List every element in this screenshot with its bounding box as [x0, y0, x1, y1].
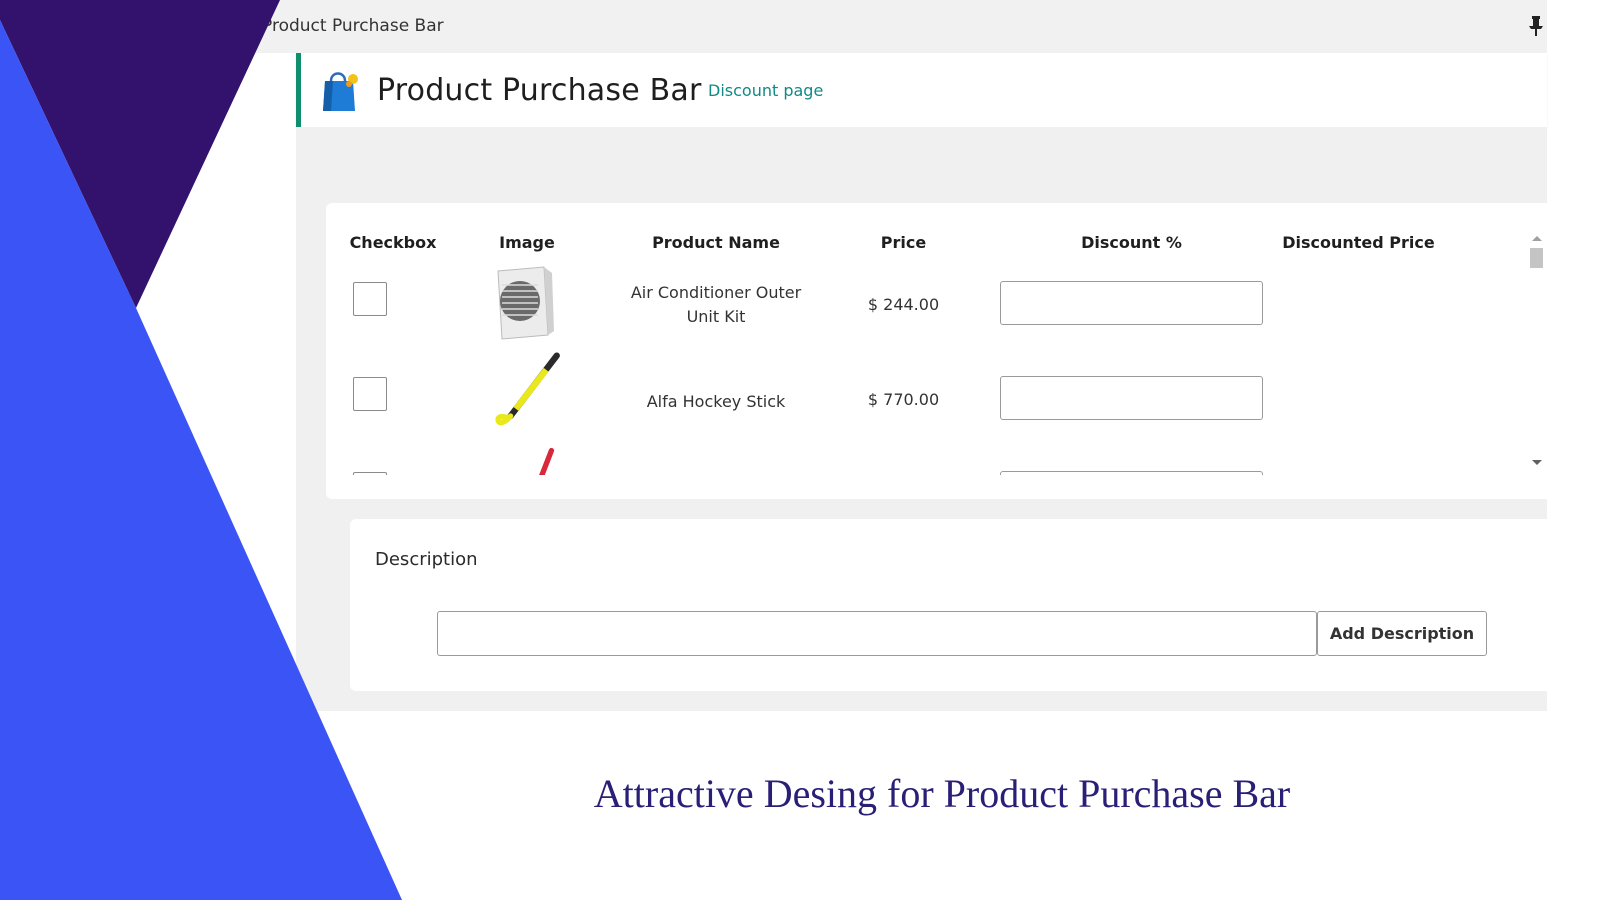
column-header-checkbox: Checkbox — [349, 233, 437, 252]
pin-icon[interactable] — [1526, 15, 1546, 37]
air-conditioner-image — [497, 266, 554, 340]
discount-input[interactable] — [1000, 376, 1263, 420]
discount-input[interactable] — [1000, 471, 1263, 475]
table-scrollbar[interactable] — [1526, 228, 1547, 475]
row-checkbox[interactable] — [353, 282, 387, 316]
hockey-stick-image — [495, 352, 560, 426]
product-price: $ 244.00 — [867, 295, 940, 314]
right-margin — [1547, 0, 1600, 900]
scroll-down-icon[interactable] — [1532, 460, 1542, 465]
description-input[interactable] — [437, 611, 1317, 656]
products-table: Checkbox Image Product Name Price Discou… — [326, 203, 1547, 499]
description-label: Description — [375, 549, 478, 570]
table-row: Air Conditioner Outer Unit Kit $ 244.00 — [326, 265, 1526, 360]
scroll-up-icon[interactable] — [1532, 236, 1542, 241]
product-name: Air Conditioner Outer Unit Kit — [630, 283, 802, 326]
row-checkbox[interactable] — [353, 377, 387, 411]
discount-input[interactable] — [1000, 281, 1263, 325]
add-description-button[interactable]: Add Description — [1317, 611, 1487, 656]
column-header-image: Image — [499, 233, 555, 252]
row-checkbox[interactable] — [353, 472, 387, 475]
column-header-discounted-price: Discounted Price — [1282, 233, 1435, 252]
table-row: Alfa Hockey Stick $ 770.00 — [326, 352, 1526, 455]
scroll-thumb[interactable] — [1530, 248, 1543, 268]
column-header-product-name: Product Name — [652, 233, 780, 252]
hockey-stick-image — [539, 447, 555, 475]
product-price: $ 770.00 — [867, 390, 940, 409]
page-title: Product Purchase Bar — [377, 73, 702, 108]
table-body[interactable]: Air Conditioner Outer Unit Kit $ 244.00 … — [326, 265, 1526, 475]
shopping-bag-icon — [323, 72, 358, 111]
window-titlebar: Product Purchase Bar — [0, 0, 1547, 53]
discount-page-link[interactable]: Discount page — [708, 81, 823, 100]
column-header-discount: Discount % — [1081, 233, 1182, 252]
column-header-price: Price — [880, 233, 927, 252]
description-panel: Description Add Description — [350, 519, 1547, 691]
product-name: Alfa Hockey Stick — [646, 392, 786, 411]
table-row — [326, 447, 1526, 475]
window-title: Product Purchase Bar — [262, 16, 444, 36]
app-header: Product Purchase Bar Discount page — [296, 53, 1547, 127]
promo-caption: Attractive Desing for Product Purchase B… — [593, 771, 1291, 816]
